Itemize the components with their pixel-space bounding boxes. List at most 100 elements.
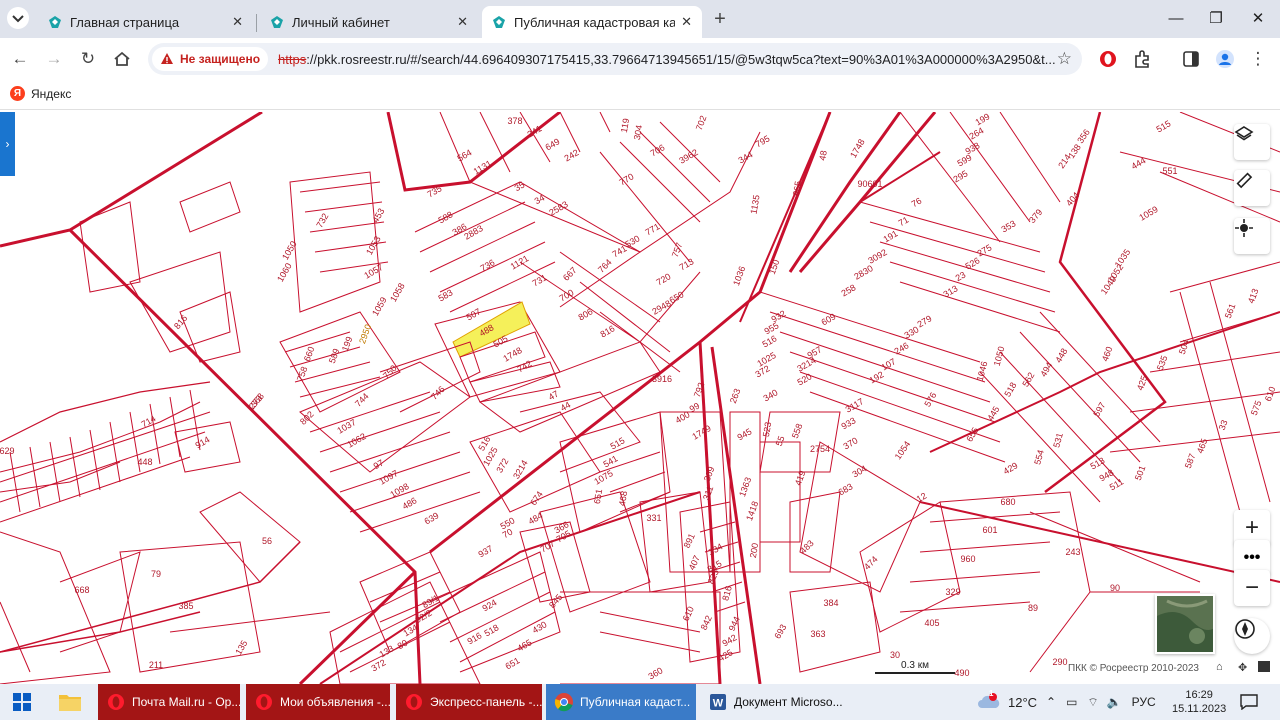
parcel-label[interactable]: 1037 xyxy=(335,417,357,436)
parcel-label[interactable]: 80 xyxy=(396,638,410,652)
measure-button[interactable] xyxy=(1234,170,1270,206)
parcel-label[interactable]: 3962 xyxy=(677,147,699,166)
parcel-label[interactable]: 674 xyxy=(528,489,545,507)
minimize-button[interactable]: — xyxy=(1156,6,1196,32)
parcel-label[interactable]: 356 xyxy=(1075,127,1092,145)
clock[interactable]: 16:29 15.11.2023 xyxy=(1172,684,1226,720)
parcel-label[interactable]: 1121 xyxy=(509,253,531,271)
parcel-label[interactable]: 133 xyxy=(377,643,395,659)
parcel-label[interactable]: 483 xyxy=(798,538,816,556)
parcel-label[interactable]: 379 xyxy=(1027,207,1044,225)
parcel-label[interactable]: 1363 xyxy=(737,476,753,498)
parcel-label[interactable]: 340 xyxy=(761,387,779,403)
parcel-label[interactable]: 311 xyxy=(701,485,715,502)
parcel-label[interactable]: 770 xyxy=(617,171,635,187)
parcel-label[interactable]: 736 xyxy=(478,257,496,273)
taskbar-item-express-panel[interactable]: Экспресс-панель -... xyxy=(396,684,542,720)
parcel-label[interactable]: 191 xyxy=(881,228,899,244)
battery-icon[interactable]: ▭ xyxy=(1066,695,1077,709)
parcel-label[interactable]: 587 xyxy=(1183,452,1198,470)
taskbar-item-cadastral[interactable]: Публичная кадаст... xyxy=(546,684,696,720)
parcel-label[interactable]: 295 xyxy=(951,168,969,184)
parcel-label[interactable]: 531 xyxy=(1051,432,1065,449)
parcel-label[interactable]: 1368 xyxy=(245,391,266,413)
parcel-label[interactable]: 518 xyxy=(1002,380,1018,398)
parcel-label[interactable]: 937 xyxy=(476,543,494,559)
reload-button[interactable]: ↻ xyxy=(74,46,102,72)
parcel-label[interactable]: 407 xyxy=(687,554,702,572)
parcel-label[interactable]: 530 xyxy=(623,233,641,249)
parcel-label[interactable]: 1054 xyxy=(893,439,913,461)
compass-button[interactable] xyxy=(1234,618,1270,654)
parcel-label[interactable]: 370 xyxy=(841,435,859,451)
parcel-label[interactable]: 486 xyxy=(400,495,418,511)
address-bar[interactable]: Не защищено https://pkk.rosreestr.ru/#/s… xyxy=(148,43,1082,75)
chevron-up-icon[interactable]: ⌃ xyxy=(1046,695,1056,709)
parcel-label[interactable]: 360 xyxy=(646,665,664,681)
parcel-label[interactable]: 56 xyxy=(262,536,272,546)
parcel-label[interactable]: 845 xyxy=(547,592,564,610)
parcel-label[interactable]: 1135 xyxy=(748,194,761,215)
speaker-icon[interactable]: 🔈 xyxy=(1107,695,1122,709)
parcel-label[interactable]: 1097 xyxy=(377,468,399,487)
parcel-label[interactable]: 842 xyxy=(699,614,714,632)
parcel-label[interactable]: 655 xyxy=(964,425,980,443)
parcel-label[interactable]: 200 xyxy=(748,542,760,559)
parcel-label[interactable]: 806 xyxy=(576,306,594,322)
parcel-label[interactable]: 1060 xyxy=(275,261,294,283)
parcel-label[interactable]: 1059 xyxy=(370,295,389,317)
close-icon[interactable]: ✕ xyxy=(681,14,692,30)
new-tab-button[interactable]: + xyxy=(706,6,734,32)
parcel-label[interactable]: 35 xyxy=(513,180,527,194)
parcel-label[interactable]: 562 xyxy=(1020,370,1036,388)
opera-extension-icon[interactable] xyxy=(1097,48,1119,70)
parcel-label[interactable]: 353 xyxy=(999,218,1017,234)
parcel-label[interactable]: 1748 xyxy=(501,345,523,364)
parcel-label[interactable]: 429 xyxy=(1001,460,1019,476)
parcel-label[interactable]: 668 xyxy=(74,585,89,595)
parcel-label[interactable]: 651 xyxy=(592,488,604,505)
parcel-label[interactable]: 504 xyxy=(1177,338,1192,356)
parcel-label[interactable]: 649 xyxy=(543,136,561,152)
parcel-label[interactable]: 558 xyxy=(790,422,805,440)
parcel-label[interactable]: 732 xyxy=(314,211,330,229)
parcel-label[interactable]: 610 xyxy=(1263,385,1278,403)
parcel-label[interactable]: 693 xyxy=(772,622,788,640)
parcel-label[interactable]: 372 xyxy=(369,657,387,673)
parcel-label[interactable]: 629 xyxy=(0,446,15,456)
parcel-label[interactable]: 742 xyxy=(515,358,533,374)
profile-avatar-icon[interactable] xyxy=(1214,48,1236,70)
parcel-label[interactable]: 1062 xyxy=(345,431,367,450)
parcel-label[interactable]: 515 xyxy=(608,435,626,451)
flag-small-icon[interactable] xyxy=(1258,661,1270,672)
parcel-label[interactable]: 263 xyxy=(728,387,743,405)
bookmark-yandex[interactable]: Я Яндекс xyxy=(10,86,71,101)
parcel-label[interactable]: 385 xyxy=(178,601,193,611)
tab-search-button[interactable] xyxy=(4,5,32,31)
restore-button[interactable]: ❐ xyxy=(1196,6,1236,32)
parcel-label[interactable]: 34 xyxy=(533,193,547,207)
parcel-label[interactable]: 448 xyxy=(1053,346,1069,364)
parcel-label[interactable]: 731 xyxy=(530,272,548,288)
parcel-label[interactable]: 746 xyxy=(429,384,447,402)
parcel-label[interactable]: 945 xyxy=(735,426,753,442)
browser-menu-button[interactable]: ⋮ xyxy=(1244,46,1272,72)
parcel-label[interactable]: 430 xyxy=(530,619,548,635)
parcel-label[interactable]: 2754 xyxy=(810,444,830,454)
parcel-label[interactable]: 378 xyxy=(507,116,522,126)
parcel-label[interactable]: 309 xyxy=(702,465,717,483)
parcel-label[interactable]: 23 xyxy=(954,270,968,284)
parcel-label[interactable]: 3092 xyxy=(866,247,888,266)
parcel-label[interactable]: 199 xyxy=(973,112,991,127)
parcel-label[interactable]: 279 xyxy=(915,313,933,329)
home-button[interactable] xyxy=(108,46,136,72)
side-panel-icon[interactable] xyxy=(1180,48,1202,70)
close-icon[interactable]: ✕ xyxy=(232,14,243,30)
parcel-label[interactable]: 2583 xyxy=(547,199,569,218)
parcel-label[interactable]: 597 xyxy=(1091,400,1107,418)
parcel-label[interactable]: 944 xyxy=(727,615,742,633)
home-small-icon[interactable]: ⌂ xyxy=(1216,661,1223,673)
parcel-label[interactable]: 551 xyxy=(1162,166,1177,176)
parcel-label[interactable]: 758 xyxy=(295,365,310,383)
cadastral-map[interactable]: 378 241 649 242 35 34 2583 1131 386 2883 588 735 564… xyxy=(0,112,1280,684)
